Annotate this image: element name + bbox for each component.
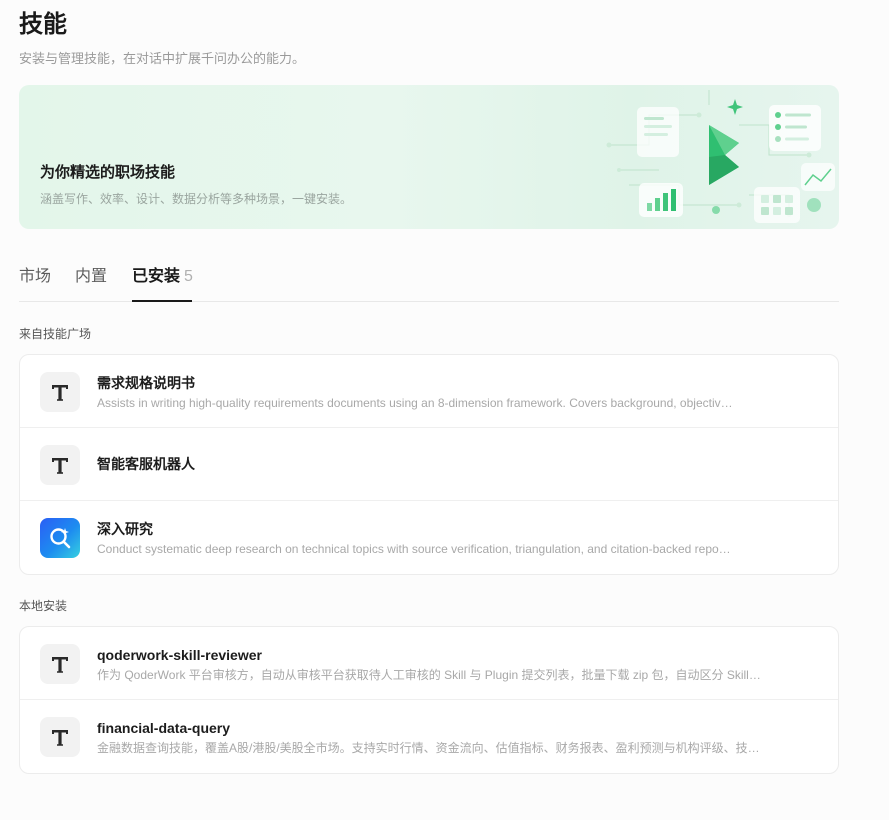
skill-item-deep-research[interactable]: 深入研究 Conduct systematic deep research on… (20, 501, 838, 574)
banner-illustration (606, 90, 835, 223)
skill-t-icon (40, 372, 80, 412)
section-label-local: 本地安装 (19, 599, 68, 613)
installed-count-badge: 5 (184, 268, 193, 285)
page-title: 技能 (19, 11, 67, 38)
research-icon (40, 518, 80, 558)
skill-t-icon (40, 644, 80, 684)
skill-description: 作为 QoderWork 平台审核方，自动从审核平台获取待人工审核的 Skill… (97, 668, 761, 682)
skill-t-icon (40, 717, 80, 757)
tab-bar: 市场 内置 已安装 5 (19, 262, 839, 302)
tab-builtin[interactable]: 内置 (75, 266, 107, 288)
skill-description: Assists in writing high-quality requirem… (97, 396, 733, 410)
banner-description: 涵盖写作、效率、设计、数据分析等多种场景，一键安装。 (40, 192, 353, 206)
local-skill-list: qoderwork-skill-reviewer 作为 QoderWork 平台… (19, 626, 839, 774)
featured-banner[interactable]: 为你精选的职场技能 涵盖写作、效率、设计、数据分析等多种场景，一键安装。 (19, 85, 839, 229)
section-label-marketplace: 来自技能广场 (19, 327, 92, 341)
skill-name: 深入研究 (97, 521, 153, 537)
banner-title: 为你精选的职场技能 (40, 164, 176, 181)
active-tab-indicator (132, 300, 192, 302)
skill-name: 智能客服机器人 (97, 456, 195, 472)
tab-installed[interactable]: 已安装 5 (132, 266, 193, 288)
skill-description: 金融数据查询技能，覆盖A股/港股/美股全市场。支持实时行情、资金流向、估值指标、… (97, 741, 760, 755)
skill-item-requirements-spec[interactable]: 需求规格说明书 Assists in writing high-quality … (20, 355, 838, 428)
skill-description: Conduct systematic deep research on tech… (97, 542, 731, 556)
skill-name: 需求规格说明书 (97, 375, 195, 391)
page-subtitle: 安装与管理技能，在对话中扩展千问办公的能力。 (19, 51, 306, 66)
skill-t-icon (40, 445, 80, 485)
skill-name: qoderwork-skill-reviewer (97, 647, 262, 663)
skill-item-customer-service-bot[interactable]: 智能客服机器人 (20, 428, 838, 501)
skill-item-qoderwork-skill-reviewer[interactable]: qoderwork-skill-reviewer 作为 QoderWork 平台… (20, 627, 838, 700)
skill-item-financial-data-query[interactable]: financial-data-query 金融数据查询技能，覆盖A股/港股/美股… (20, 700, 838, 773)
tab-market[interactable]: 市场 (19, 266, 51, 288)
skill-name: financial-data-query (97, 720, 231, 736)
marketplace-skill-list: 需求规格说明书 Assists in writing high-quality … (19, 354, 839, 575)
